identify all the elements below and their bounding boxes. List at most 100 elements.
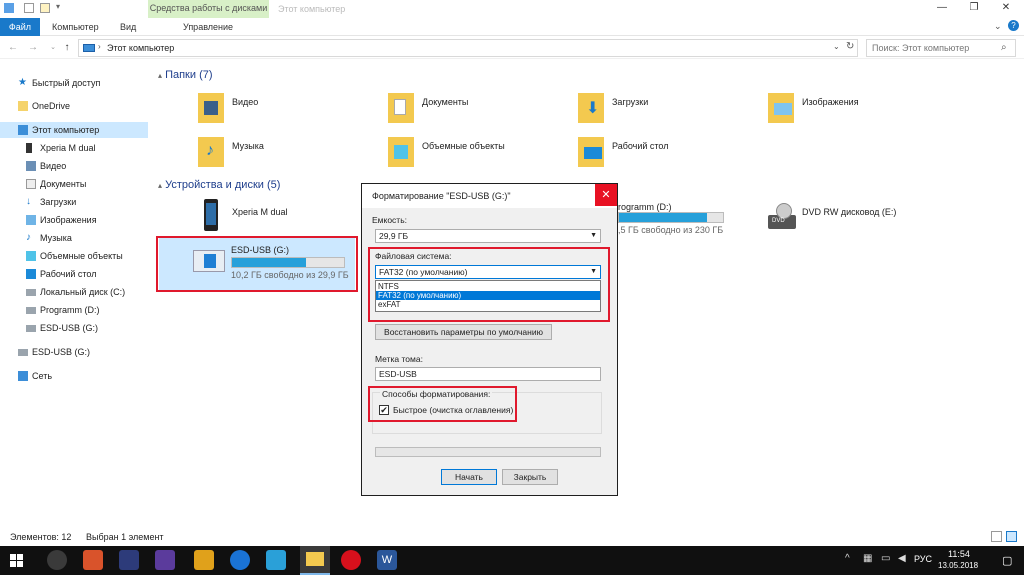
- chrome-icon[interactable]: [47, 550, 67, 570]
- devices-section-header[interactable]: ▴ Устройства и диски (5): [158, 179, 280, 191]
- sidebar-item-this-pc[interactable]: Этот компьютер: [0, 122, 148, 138]
- phone-icon: [26, 143, 32, 153]
- folder-video[interactable]: Видео: [198, 93, 378, 133]
- navigation-bar: ← → ⌄ ↑ › Этот компьютер ⌄ ↻ Поиск: Этот…: [0, 37, 1024, 59]
- cloud-folder-icon: [18, 101, 28, 111]
- format-dialog: Форматирование "ESD-USB (G:)" ✕ Емкость:…: [361, 183, 618, 496]
- notifications-icon[interactable]: ▢: [1002, 554, 1012, 567]
- highlight-usb-box: [156, 236, 358, 292]
- computer-icon: [18, 125, 28, 135]
- media-player-icon[interactable]: [194, 550, 214, 570]
- volume-label-caption: Метка тома:: [375, 354, 423, 364]
- language-indicator[interactable]: РУС: [914, 554, 932, 564]
- downloads-icon: ↓: [26, 196, 31, 207]
- tray-chevron-icon[interactable]: ^: [845, 553, 850, 564]
- ribbon-tabs: Файл Компьютер Вид Управление ⌄ ?: [0, 18, 1024, 36]
- 3d-objects-icon: [26, 251, 36, 261]
- status-bar: Элементов: 12 Выбран 1 элемент: [0, 529, 1024, 545]
- battery-icon[interactable]: ▭: [881, 553, 890, 564]
- music-icon: ♪: [26, 232, 31, 243]
- screenshot-tool-icon[interactable]: [266, 550, 286, 570]
- address-dropdown-icon[interactable]: ⌄: [833, 42, 840, 51]
- close-window-button[interactable]: ✕: [990, 0, 1022, 18]
- desktop-folder-icon: [578, 137, 604, 167]
- search-input[interactable]: Поиск: Этот компьютер ⌕: [866, 39, 1016, 57]
- title-bar: ▾ Средства работы с дисками Этот компьют…: [0, 0, 1024, 18]
- pictures-icon: [26, 215, 36, 225]
- close-dialog-button[interactable]: Закрыть: [502, 469, 558, 485]
- search-icon[interactable]: ⌕: [1001, 42, 1007, 53]
- tab-computer[interactable]: Компьютер: [52, 18, 99, 36]
- address-bar[interactable]: › Этот компьютер ⌄ ↻: [78, 39, 858, 57]
- dialog-title-bar: Форматирование "ESD-USB (G:)" ✕: [362, 184, 617, 208]
- navigation-pane: ★ Быстрый доступ OneDrive Этот компьютер…: [0, 60, 150, 520]
- chevron-right-icon[interactable]: ›: [98, 42, 101, 51]
- details-view-icon[interactable]: [991, 531, 1002, 542]
- folder-music[interactable]: ♪ Музыка: [198, 137, 378, 177]
- folder-icon: [306, 552, 324, 566]
- context-tab-group: Средства работы с дисками: [148, 0, 269, 18]
- new-folder-icon[interactable]: [40, 3, 50, 13]
- quick-access-properties-icon[interactable]: [24, 3, 34, 13]
- folder-3d-objects[interactable]: Объемные объекты: [388, 137, 568, 177]
- windows-start-icon[interactable]: [10, 554, 23, 567]
- app-icon: [4, 3, 14, 13]
- chevron-down-icon: ▼: [590, 232, 597, 239]
- drive-icon: [26, 289, 36, 296]
- dvd-drive-icon: DVD: [768, 203, 796, 229]
- opera-icon[interactable]: [341, 550, 361, 570]
- collapse-chevron-icon: ▴: [158, 71, 163, 80]
- up-arrow-icon[interactable]: ↑: [60, 40, 74, 56]
- forward-arrow-icon[interactable]: →: [26, 40, 40, 56]
- file-explorer-taskbar-button[interactable]: [300, 546, 330, 575]
- restore-defaults-button[interactable]: Восстановить параметры по умолчанию: [375, 324, 552, 340]
- volume-icon[interactable]: ◀: [898, 553, 906, 564]
- dialog-close-button[interactable]: ✕: [595, 184, 617, 206]
- visual-studio-icon[interactable]: [119, 550, 139, 570]
- video-folder-icon: [198, 93, 224, 123]
- desktop-icon: [26, 269, 36, 279]
- refresh-icon[interactable]: ↻: [846, 41, 854, 52]
- recent-locations-icon[interactable]: ⌄: [46, 40, 60, 56]
- start-button[interactable]: Начать: [441, 469, 497, 485]
- capacity-select[interactable]: 29,9 ГБ ▼: [375, 229, 601, 243]
- paint-app-icon[interactable]: [83, 550, 103, 570]
- expand-ribbon-icon[interactable]: ⌄: [994, 21, 1002, 32]
- tab-manage[interactable]: Управление: [183, 18, 233, 36]
- folders-section-header[interactable]: ▴ Папки (7): [158, 69, 213, 81]
- device-dvd[interactable]: DVD DVD RW дисковод (E:): [768, 199, 928, 239]
- clock-time[interactable]: 11:54: [948, 549, 970, 559]
- update-icon[interactable]: [230, 550, 250, 570]
- minimize-button[interactable]: —: [926, 0, 958, 18]
- folder-downloads[interactable]: ⬇ Загрузки: [578, 93, 758, 133]
- downloads-folder-icon: ⬇: [578, 93, 604, 123]
- folder-documents[interactable]: Документы: [388, 93, 568, 133]
- items-count: Элементов: 12: [10, 532, 72, 542]
- device-programm[interactable]: rogramm (D:) ,5 ГБ свободно из 230 ГБ: [618, 199, 738, 239]
- music-folder-icon: ♪: [198, 137, 224, 167]
- device-xperia[interactable]: Xperia M dual: [198, 199, 358, 233]
- folder-pictures[interactable]: Изображения: [768, 93, 948, 133]
- computer-icon: [83, 44, 95, 52]
- star-icon: ★: [18, 77, 27, 88]
- network-icon: [18, 371, 28, 381]
- tab-view[interactable]: Вид: [120, 18, 136, 36]
- folder-desktop[interactable]: Рабочий стол: [578, 137, 758, 177]
- address-path: Этот компьютер: [107, 43, 175, 53]
- volume-label-input[interactable]: ESD-USB: [375, 367, 601, 381]
- app-icon[interactable]: [155, 550, 175, 570]
- help-icon[interactable]: ?: [1008, 20, 1019, 31]
- network-status-icon[interactable]: ▦: [863, 553, 872, 564]
- usb-drive-icon: [26, 325, 36, 332]
- clock-date[interactable]: 13.05.2018: [938, 561, 978, 570]
- documents-folder-icon: [388, 93, 414, 123]
- customize-qat-icon[interactable]: ▾: [56, 2, 60, 11]
- dialog-title: Форматирование "ESD-USB (G:)": [372, 191, 511, 201]
- maximize-button[interactable]: ❐: [958, 0, 990, 18]
- tab-file[interactable]: Файл: [0, 18, 40, 36]
- tiles-view-icon[interactable]: [1006, 531, 1017, 542]
- usage-fill: [619, 213, 708, 222]
- word-icon[interactable]: W: [377, 550, 397, 570]
- back-arrow-icon[interactable]: ←: [6, 40, 20, 56]
- video-folder-icon: [26, 161, 36, 171]
